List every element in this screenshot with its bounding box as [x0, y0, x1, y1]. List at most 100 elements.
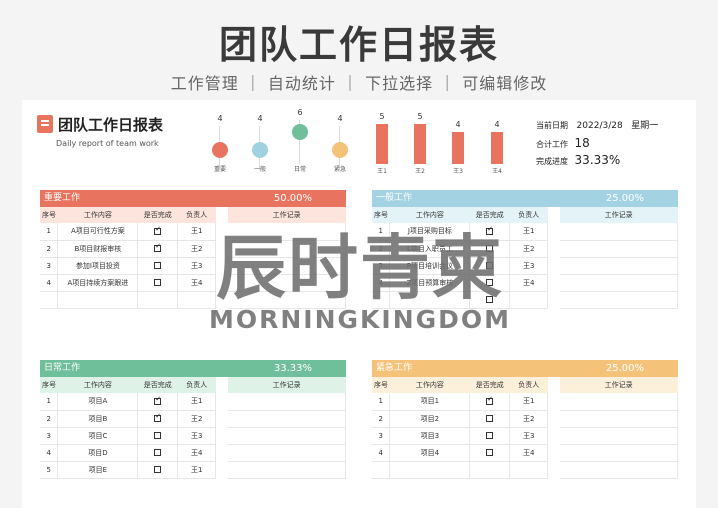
row-done[interactable] — [469, 240, 511, 258]
done-checkbox[interactable] — [154, 395, 162, 405]
row-record[interactable] — [559, 410, 678, 428]
row-done[interactable] — [137, 240, 179, 258]
row-done[interactable] — [469, 410, 511, 428]
row-done[interactable] — [469, 461, 511, 479]
row-content[interactable]: 项目D — [57, 444, 139, 462]
row-content[interactable]: 项目C — [57, 427, 139, 445]
row-done[interactable] — [137, 461, 179, 479]
row-owner[interactable]: 王4 — [509, 444, 549, 462]
row-content[interactable] — [389, 291, 471, 309]
done-checkbox[interactable] — [486, 432, 494, 439]
done-checkbox[interactable] — [154, 412, 162, 422]
row-owner[interactable]: 王2 — [177, 240, 217, 258]
row-record[interactable] — [559, 444, 678, 462]
row-record[interactable] — [227, 427, 346, 445]
row-content[interactable]: 项目4 — [389, 444, 471, 462]
row-record[interactable] — [227, 223, 346, 241]
row-record[interactable] — [559, 461, 678, 479]
row-owner[interactable]: 王3 — [177, 427, 217, 445]
row-content[interactable]: L项目入职员工 — [389, 240, 471, 258]
row-done[interactable] — [137, 410, 179, 428]
row-done[interactable] — [469, 291, 511, 309]
done-checkbox[interactable] — [154, 432, 162, 439]
row-record[interactable] — [227, 393, 346, 411]
row-done[interactable] — [137, 427, 179, 445]
row-content[interactable]: A项目可行性方案 — [57, 223, 139, 241]
row-owner[interactable]: 王3 — [509, 257, 549, 275]
row-done[interactable] — [137, 291, 179, 309]
row-record[interactable] — [227, 240, 346, 258]
row-content[interactable]: A项目持续方案跟进 — [57, 274, 139, 292]
row-record[interactable] — [227, 444, 346, 462]
row-content[interactable]: J项目采购目标 — [389, 223, 471, 241]
row-owner[interactable]: 王1 — [509, 393, 549, 411]
row-owner[interactable]: 王2 — [509, 240, 549, 258]
done-checkbox[interactable] — [154, 466, 162, 473]
row-done[interactable] — [469, 257, 511, 275]
row-owner[interactable]: 王2 — [509, 410, 549, 428]
row-record[interactable] — [227, 291, 346, 309]
row-done[interactable] — [137, 257, 179, 275]
row-content[interactable]: B项目财报审核 — [57, 240, 139, 258]
row-owner[interactable]: 王4 — [509, 274, 549, 292]
done-checkbox[interactable] — [486, 296, 494, 303]
row-owner[interactable]: 王1 — [177, 223, 217, 241]
done-checkbox[interactable] — [486, 279, 494, 286]
row-done[interactable] — [469, 427, 511, 445]
row-done[interactable] — [137, 274, 179, 292]
row-record[interactable] — [227, 257, 346, 275]
row-owner[interactable] — [177, 291, 217, 309]
row-record[interactable] — [227, 461, 346, 479]
row-content[interactable] — [389, 461, 471, 479]
done-checkbox[interactable] — [154, 225, 162, 235]
row-owner[interactable]: 王3 — [177, 257, 217, 275]
row-owner[interactable]: 王1 — [177, 461, 217, 479]
row-content[interactable]: 项目3 — [389, 427, 471, 445]
row-record[interactable] — [559, 223, 678, 241]
done-checkbox[interactable] — [154, 279, 162, 286]
row-done[interactable] — [137, 223, 179, 241]
done-checkbox[interactable] — [486, 262, 494, 269]
row-done[interactable] — [469, 444, 511, 462]
done-checkbox[interactable] — [486, 415, 494, 422]
done-checkbox[interactable] — [154, 242, 162, 252]
table-row: 1项目1 王1 — [372, 393, 678, 411]
row-content[interactable]: 项目1 — [389, 393, 471, 411]
row-owner[interactable]: 王2 — [177, 410, 217, 428]
done-checkbox[interactable] — [486, 395, 494, 405]
row-done[interactable] — [137, 393, 179, 411]
done-checkbox[interactable] — [154, 449, 162, 456]
row-content[interactable]: 项目A — [57, 393, 139, 411]
row-content[interactable]: 参加I项目投资 — [57, 257, 139, 275]
row-content[interactable]: 项目B — [57, 410, 139, 428]
row-owner[interactable]: 王4 — [177, 444, 217, 462]
done-checkbox[interactable] — [486, 245, 494, 252]
done-checkbox[interactable] — [486, 225, 494, 235]
row-done[interactable] — [137, 444, 179, 462]
row-record[interactable] — [227, 274, 346, 292]
row-content[interactable]: 项目2 — [389, 410, 471, 428]
row-record[interactable] — [559, 257, 678, 275]
row-record[interactable] — [227, 410, 346, 428]
done-checkbox[interactable] — [154, 262, 162, 269]
done-checkbox[interactable] — [486, 449, 494, 456]
row-record[interactable] — [559, 291, 678, 309]
row-content[interactable]: P项目培训会议 — [389, 257, 471, 275]
row-content[interactable]: Z项目预算审核 — [389, 274, 471, 292]
row-owner[interactable]: 王1 — [509, 223, 549, 241]
row-content[interactable] — [57, 291, 139, 309]
row-owner[interactable]: 王1 — [177, 393, 217, 411]
row-record[interactable] — [559, 393, 678, 411]
row-record[interactable] — [559, 274, 678, 292]
row-record[interactable] — [559, 240, 678, 258]
row-content[interactable]: 项目E — [57, 461, 139, 479]
row-done[interactable] — [469, 274, 511, 292]
row-done[interactable] — [469, 393, 511, 411]
row-record[interactable] — [559, 427, 678, 445]
row-owner[interactable] — [509, 461, 549, 479]
work-table: 序号 工作内容 是否完成 负责人 工作记录 1项目1 王1 2项目2 王2 3项目3 王3 4项目4 王… — [372, 377, 678, 479]
row-done[interactable] — [469, 223, 511, 241]
row-owner[interactable]: 王4 — [177, 274, 217, 292]
row-owner[interactable]: 王3 — [509, 427, 549, 445]
row-owner[interactable] — [509, 291, 549, 309]
